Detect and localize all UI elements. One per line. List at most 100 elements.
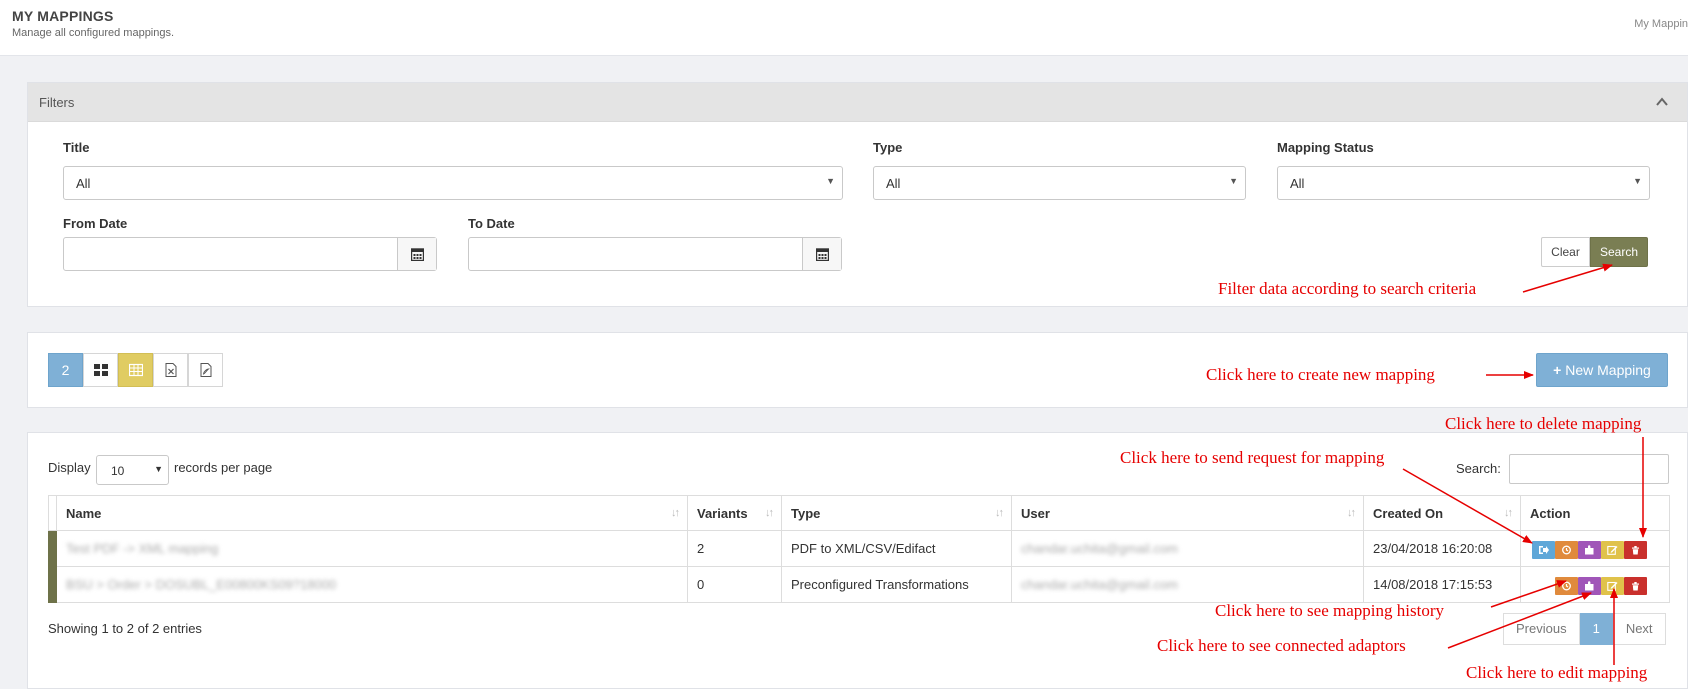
row-status-marker (48, 566, 57, 603)
type-filter-select[interactable]: All ▼ (873, 166, 1246, 200)
variants-cell: 2 (687, 530, 782, 567)
excel-export-icon (165, 363, 177, 377)
from-date-input[interactable] (63, 237, 437, 271)
delete-mapping-button[interactable] (1624, 540, 1647, 559)
previous-page-button[interactable]: Previous (1503, 613, 1580, 645)
new-mapping-label: New Mapping (1565, 362, 1651, 378)
sort-icon: ↓↑ (765, 507, 774, 519)
table-row[interactable]: BSU > Order > DOSUBL_E00800KS09?18000 0 … (48, 566, 1670, 603)
to-date-input[interactable] (468, 237, 842, 271)
sort-icon: ↓↑ (1347, 507, 1356, 519)
trash-icon (1632, 581, 1639, 590)
new-mapping-button[interactable]: + New Mapping (1536, 353, 1668, 387)
type-cell: PDF to XML/CSV/Edifact (781, 530, 1012, 567)
column-header-created-on[interactable]: Created On ↓↑ (1363, 495, 1521, 531)
grid-view-button[interactable] (83, 353, 118, 387)
filters-panel-header[interactable]: Filters (28, 83, 1687, 122)
page-title: MY MAPPINGS (12, 8, 114, 24)
display-label: Display (48, 460, 91, 475)
column-header-label: User (1021, 505, 1050, 521)
mapping-name-cell[interactable]: BSU > Order > DOSUBL_E00800KS09?18000 (56, 566, 688, 603)
toolbar-panel: 2 + New Mapping (27, 332, 1688, 408)
to-date-label: To Date (468, 216, 515, 231)
annotation-adaptors: Click here to see connected adaptors (1157, 636, 1406, 655)
action-buttons (1530, 568, 1660, 602)
column-header-name[interactable]: Name ↓↑ (56, 495, 688, 531)
status-filter-value: All (1290, 176, 1305, 191)
search-button[interactable]: Search (1590, 237, 1648, 267)
annotation-history: Click here to see mapping history (1215, 601, 1444, 620)
table-view-button[interactable] (118, 353, 153, 387)
edit-mapping-button[interactable] (1601, 576, 1624, 595)
pdf-export-button[interactable] (188, 353, 223, 387)
table-search-label: Search: (1456, 461, 1501, 476)
records-per-page-label: records per page (174, 460, 273, 475)
annotation-send-request: Click here to send request for mapping (1120, 448, 1385, 467)
created-on-cell: 23/04/2018 16:20:08 (1363, 530, 1521, 567)
pagination: Previous 1 Next (1503, 613, 1666, 645)
records-per-page-value: 10 (111, 464, 125, 478)
grid-view-icon (94, 364, 108, 376)
filters-panel: Filters Title All ▼ Type All ▼ Mapping S… (27, 82, 1688, 307)
row-status-marker (48, 530, 57, 567)
from-date-label: From Date (63, 216, 128, 231)
trash-icon (1632, 545, 1639, 554)
connected-adaptors-button[interactable] (1578, 576, 1601, 595)
history-icon (1562, 581, 1571, 590)
title-filter-select[interactable]: All ▼ (63, 166, 843, 200)
edit-icon (1607, 581, 1618, 591)
send-request-button[interactable] (1532, 540, 1555, 559)
title-filter-label: Title (63, 140, 90, 155)
type-filter-label: Type (873, 140, 903, 155)
clear-button[interactable]: Clear (1541, 237, 1590, 267)
created-on-cell: 14/08/2018 17:15:53 (1363, 566, 1521, 603)
mapping-history-button[interactable] (1555, 576, 1578, 595)
table-search-input[interactable] (1509, 454, 1669, 484)
next-page-button[interactable]: Next (1612, 613, 1666, 645)
excel-export-button[interactable] (153, 353, 188, 387)
action-cell (1520, 530, 1670, 567)
records-per-page-select[interactable]: 10 ▼ (96, 455, 169, 485)
calendar-icon (816, 248, 829, 261)
caret-down-icon: ▼ (1229, 176, 1238, 186)
status-filter-select[interactable]: All ▼ (1277, 166, 1650, 200)
column-header-user[interactable]: User ↓↑ (1011, 495, 1364, 531)
column-header-type[interactable]: Type ↓↑ (781, 495, 1012, 531)
plus-icon: + (1553, 362, 1562, 378)
annotation-delete: Click here to delete mapping (1445, 414, 1642, 433)
annotation-new-mapping: Click here to create new mapping (1206, 365, 1435, 384)
type-cell: Preconfigured Transformations (781, 566, 1012, 603)
page-subtitle: Manage all configured mappings. (12, 27, 175, 39)
annotation-edit: Click here to edit mapping (1466, 663, 1648, 682)
caret-down-icon: ▼ (1633, 176, 1642, 186)
from-date-picker-button[interactable] (397, 238, 436, 270)
mapping-name-cell[interactable]: Test PDF -> XML mapping (56, 530, 688, 567)
mapping-history-button[interactable] (1555, 540, 1578, 559)
send-request-icon (1539, 545, 1549, 554)
record-count-badge[interactable]: 2 (48, 353, 83, 387)
puzzle-icon (1585, 544, 1594, 554)
annotation-filter: Filter data according to search criteria (1218, 279, 1477, 298)
delete-mapping-button[interactable] (1624, 576, 1647, 595)
variants-cell: 0 (687, 566, 782, 603)
calendar-icon (411, 248, 424, 261)
column-header-variants[interactable]: Variants ↓↑ (687, 495, 782, 531)
column-header-action: Action (1520, 495, 1670, 531)
table-row[interactable]: Test PDF -> XML mapping 2 PDF to XML/CSV… (48, 530, 1670, 567)
page-1-button[interactable]: 1 (1579, 613, 1613, 645)
table-header-row: Name ↓↑ Variants ↓↑ Type ↓↑ User ↓↑ Created … (48, 495, 1670, 531)
mappings-table: Name ↓↑ Variants ↓↑ Type ↓↑ User ↓↑ Created … (48, 495, 1670, 603)
column-header-label: Type (791, 505, 821, 521)
page-header: MY MAPPINGS Manage all configured mappin… (0, 0, 1688, 56)
title-filter-value: All (76, 176, 91, 191)
table-info: Showing 1 to 2 of 2 entries (48, 621, 202, 636)
column-header-label: Created On (1373, 505, 1444, 521)
to-date-picker-button[interactable] (802, 238, 841, 270)
breadcrumb[interactable]: My Mappin (1634, 18, 1688, 30)
action-cell (1520, 566, 1670, 603)
edit-mapping-button[interactable] (1601, 540, 1624, 559)
column-header-label: Variants (697, 505, 748, 521)
connected-adaptors-button[interactable] (1578, 540, 1601, 559)
chevron-up-icon[interactable] (1655, 95, 1669, 109)
caret-down-icon: ▼ (826, 176, 835, 186)
